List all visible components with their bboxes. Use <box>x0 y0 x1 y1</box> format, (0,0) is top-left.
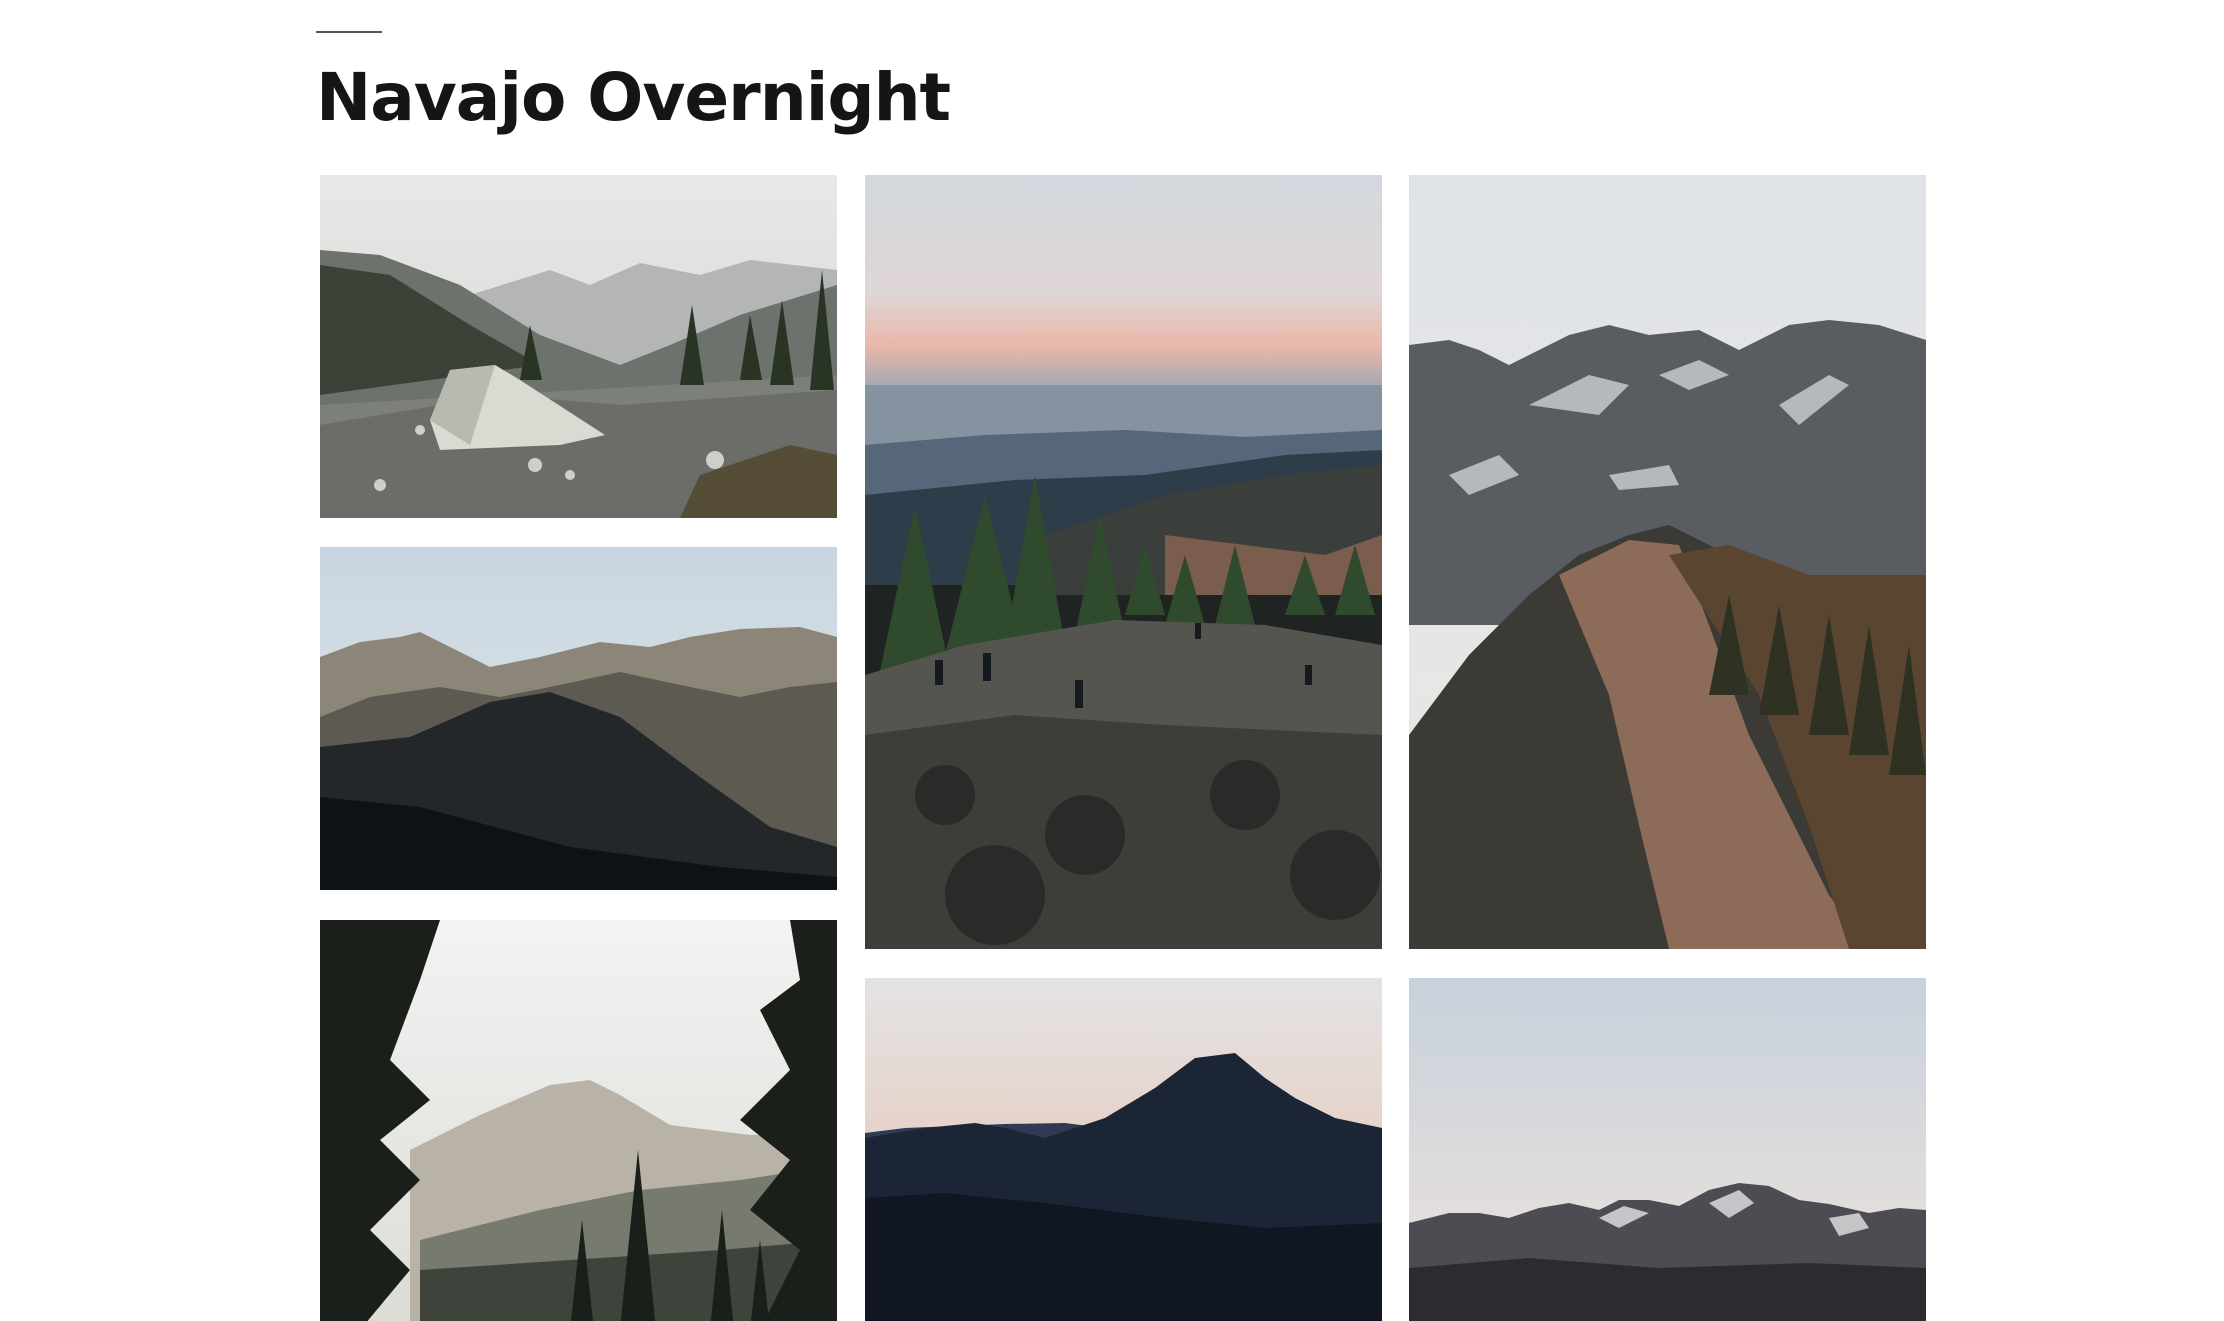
misty-ridges-photo[interactable] <box>320 547 837 890</box>
gallery-page: Navajo Overnight <box>0 0 2224 1321</box>
page-title: Navajo Overnight <box>316 59 951 136</box>
tent-camp-photo[interactable] <box>320 175 837 518</box>
sunset-peak-silhouette-photo[interactable] <box>865 978 1382 1321</box>
peak-through-trees-photo[interactable] <box>320 920 837 1321</box>
alpine-ridge-photo[interactable] <box>1409 175 1926 949</box>
title-divider <box>316 31 382 33</box>
hikers-summit-photo[interactable] <box>865 175 1382 949</box>
snowy-range-photo[interactable] <box>1409 978 1926 1321</box>
